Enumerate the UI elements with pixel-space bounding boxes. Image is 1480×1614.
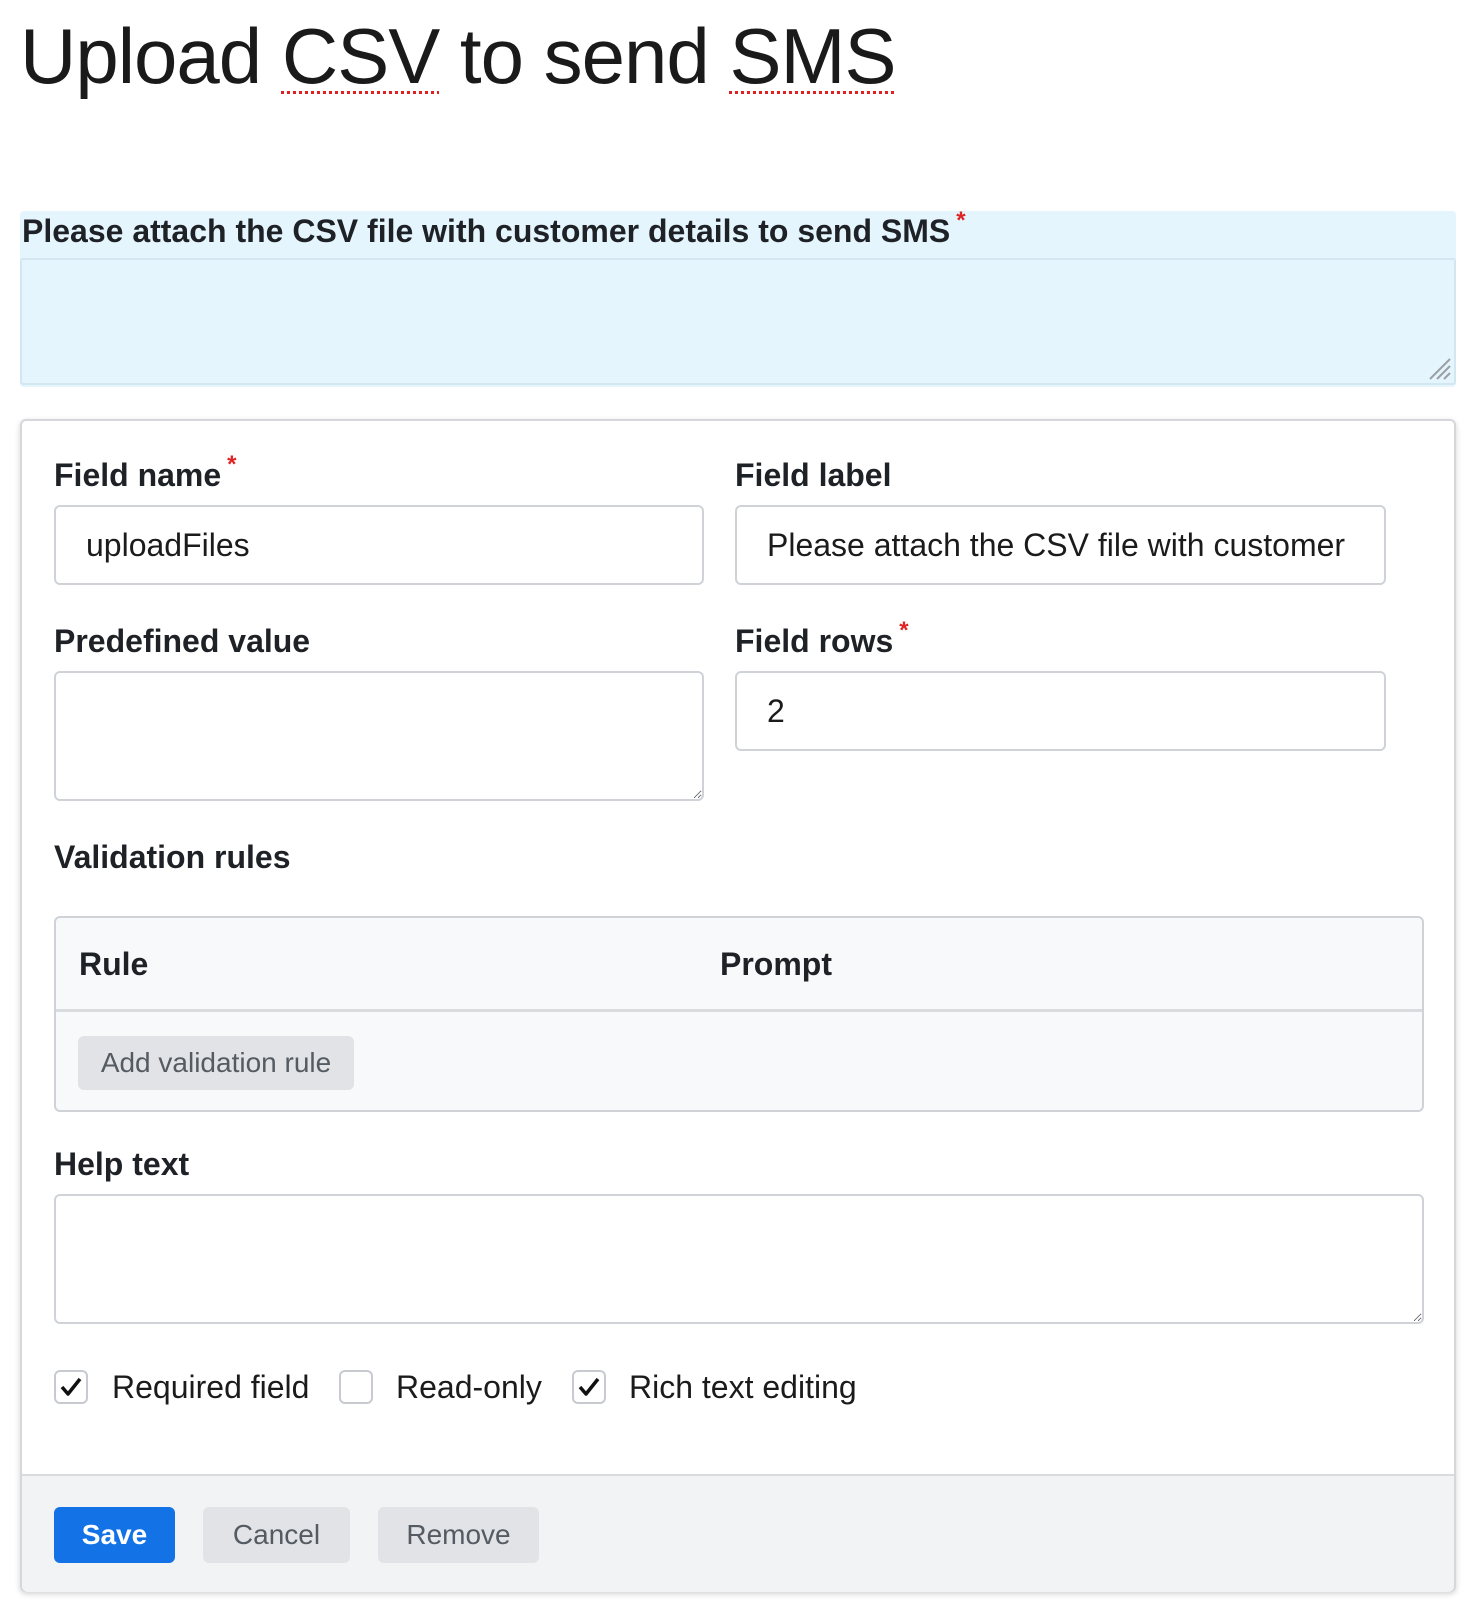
validation-rules-table: Rule Prompt Add validation rule bbox=[54, 916, 1424, 1112]
help-text-label: Help text bbox=[54, 1146, 190, 1182]
title-word-to: to bbox=[439, 12, 544, 100]
column-header-prompt: Prompt bbox=[720, 946, 832, 982]
read-only-label[interactable]: Read-only bbox=[396, 1367, 542, 1407]
table-header: Rule Prompt bbox=[56, 918, 1422, 1012]
help-text-textarea[interactable] bbox=[54, 1194, 1424, 1324]
field-settings-panel: Field name* Field label Predefined value… bbox=[20, 419, 1456, 1592]
title-word-csv: CSV bbox=[281, 12, 440, 100]
field-rows-label: Field rows * bbox=[735, 617, 909, 659]
required-asterisk: * bbox=[227, 451, 237, 478]
save-button[interactable]: Save bbox=[54, 1507, 175, 1563]
rich-text-editing-label[interactable]: Rich text editing bbox=[629, 1367, 857, 1407]
field-label-input[interactable] bbox=[735, 505, 1386, 585]
read-only-checkbox[interactable] bbox=[339, 1370, 373, 1404]
predefined-value-label: Predefined value bbox=[54, 623, 311, 659]
preview-textarea[interactable] bbox=[20, 258, 1456, 385]
cancel-button[interactable]: Cancel bbox=[203, 1507, 350, 1563]
checkmark-icon bbox=[578, 1377, 600, 1396]
title-word-upload: Upload bbox=[20, 12, 282, 100]
validation-rules-label: Validation rules bbox=[54, 839, 291, 875]
column-header-rule: Rule bbox=[79, 946, 149, 982]
required-asterisk: * bbox=[899, 617, 909, 644]
remove-button[interactable]: Remove bbox=[378, 1507, 539, 1563]
resize-handle-icon[interactable] bbox=[1424, 353, 1452, 381]
required-asterisk: * bbox=[956, 207, 966, 234]
required-field-checkbox[interactable] bbox=[54, 1370, 88, 1404]
add-validation-rule-button[interactable]: Add validation rule bbox=[78, 1036, 354, 1090]
page-title: Upload CSV to send SMS bbox=[20, 8, 897, 104]
rich-text-editing-checkbox[interactable] bbox=[572, 1370, 606, 1404]
field-name-label: Field name * bbox=[54, 451, 237, 493]
checkmark-icon bbox=[60, 1377, 82, 1396]
field-rows-input[interactable] bbox=[735, 671, 1386, 751]
title-word-sms: SMS bbox=[729, 12, 896, 100]
title-word-send: send bbox=[543, 12, 730, 100]
panel-footer: Save Cancel Remove bbox=[22, 1474, 1454, 1592]
preview-label: Please attach the CSV file with customer… bbox=[22, 207, 966, 249]
field-preview[interactable]: Please attach the CSV file with customer… bbox=[20, 207, 1456, 387]
field-label-label: Field label bbox=[735, 457, 892, 493]
field-name-input[interactable] bbox=[54, 505, 704, 585]
required-field-label[interactable]: Required field bbox=[112, 1367, 309, 1407]
predefined-value-textarea[interactable] bbox=[54, 671, 704, 801]
